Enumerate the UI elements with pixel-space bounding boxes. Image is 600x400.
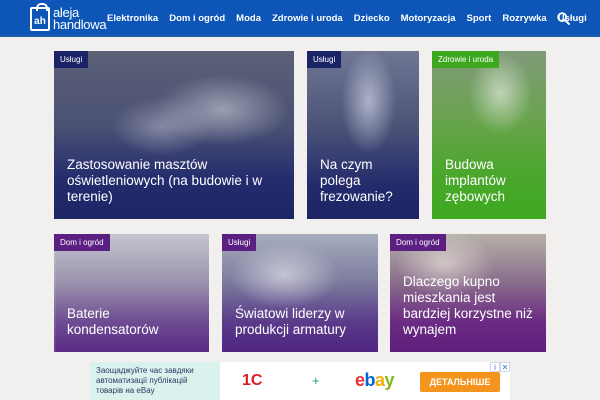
nav-item-zdrowie-i-uroda[interactable]: Zdrowie i uroda [272, 13, 343, 24]
article-card-frezowanie[interactable]: Usługi Na czym polega frezowanie? [307, 51, 419, 219]
nav-item-moda[interactable]: Moda [236, 13, 261, 24]
ad-ebay-logo: ebay [355, 370, 395, 391]
category-tag[interactable]: Dom i ogród [54, 234, 110, 251]
ad-details-button[interactable]: ДЕТАЛЬНІШЕ [420, 372, 500, 392]
article-card-armatura[interactable]: Usługi Światowi liderzy w produkcji arma… [222, 234, 378, 352]
nav-item-rozrywka[interactable]: Rozrywka [502, 13, 546, 24]
close-icon[interactable]: ✕ [500, 362, 510, 372]
nav-item-sport[interactable]: Sport [467, 13, 492, 24]
info-icon[interactable]: i [490, 362, 500, 372]
shopping-bag-icon: ah [30, 3, 50, 31]
ebay-letter-e: e [355, 370, 365, 390]
ebay-letter-b: b [364, 370, 376, 390]
logo-line-2: handlowa [53, 17, 107, 32]
category-tag[interactable]: Usługi [54, 51, 89, 68]
nav-item-elektronika[interactable]: Elektronika [107, 13, 158, 24]
category-tag[interactable]: Zdrowie i uroda [432, 51, 500, 68]
article-title[interactable]: Na czym polega frezowanie? [320, 157, 409, 205]
ad-brand-1c-logo: 1С [242, 372, 263, 389]
nav-item-dom-i-ogrod[interactable]: Dom i ogród [169, 13, 225, 24]
nav-item-dziecko[interactable]: Dziecko [354, 13, 390, 24]
category-tag[interactable]: Dom i ogród [390, 234, 446, 251]
article-title[interactable]: Budowa implantów zębowych [445, 157, 536, 205]
article-card-maszty[interactable]: Usługi Zastosowanie masztów oświetleniow… [54, 51, 294, 219]
category-tag[interactable]: Usługi [307, 51, 342, 68]
article-card-implanty[interactable]: Zdrowie i uroda Budowa implantów zębowyc… [432, 51, 546, 219]
site-logo[interactable]: ah aleja handlowa [30, 3, 107, 33]
article-card-mieszkanie[interactable]: Dom i ogród Dlaczego kupno mieszkania je… [390, 234, 546, 352]
ad-controls: i ✕ [490, 362, 510, 372]
ebay-letter-y: y [384, 370, 395, 390]
logo-text: aleja handlowa [53, 6, 107, 32]
ebay-letter-a: a [375, 370, 385, 390]
article-card-baterie[interactable]: Dom i ogród Baterie kondensatorów [54, 234, 209, 352]
category-tag[interactable]: Usługi [222, 234, 257, 251]
site-header: ah aleja handlowa Elektronika Dom i ogró… [0, 0, 600, 37]
article-title[interactable]: Baterie kondensatorów [67, 306, 199, 338]
article-title[interactable]: Dlaczego kupno mieszkania jest bardziej … [403, 274, 536, 338]
nav-item-motoryzacja[interactable]: Motoryzacja [401, 13, 456, 24]
search-icon[interactable] [557, 12, 570, 25]
ad-banner[interactable]: Заощаджуйте час завдяки автоматизації пу… [90, 362, 510, 400]
article-title[interactable]: Zastosowanie masztów oświetleniowych (na… [67, 157, 284, 205]
main-nav: Elektronika Dom i ogród Moda Zdrowie i u… [107, 0, 598, 37]
ad-text: Заощаджуйте час завдяки автоматизації пу… [90, 362, 220, 400]
ad-plus-sign: + [312, 373, 320, 388]
article-title[interactable]: Światowi liderzy w produkcji armatury [235, 306, 368, 338]
